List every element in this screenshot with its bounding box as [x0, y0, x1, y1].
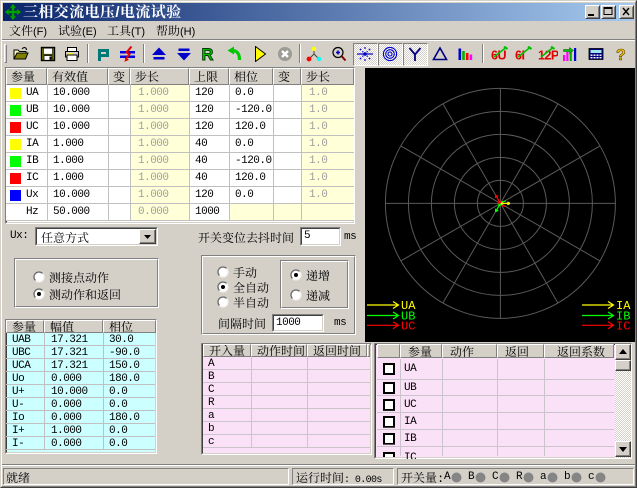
svg-text:?: ? [616, 47, 626, 62]
svg-text:IC: IC [616, 319, 630, 333]
svg-text:UC: UC [401, 319, 415, 333]
svg-text:6U: 6U [491, 49, 506, 63]
svg-text:R: R [202, 46, 214, 62]
